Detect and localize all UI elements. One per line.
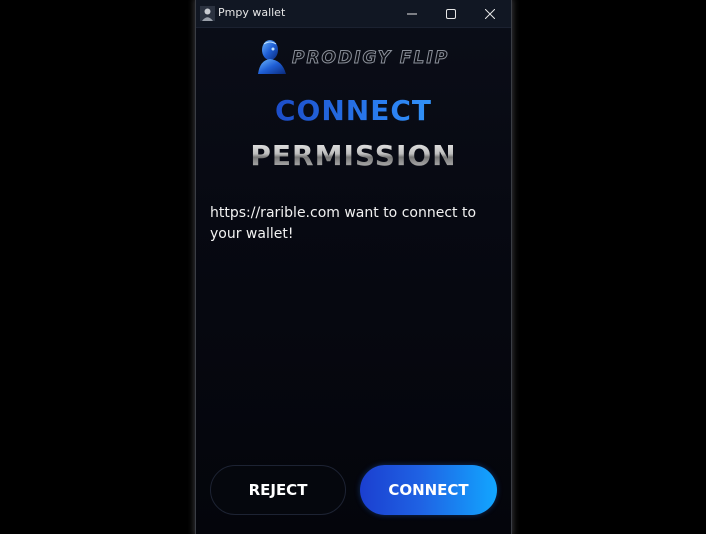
- brand-logo: PRODIGY FLIP: [248, 38, 458, 74]
- connect-request-message: https://rarible.com want to connect to y…: [210, 205, 477, 242]
- user-avatar-icon: [200, 6, 215, 21]
- window-title: Pmpy wallet: [218, 6, 286, 19]
- minimize-icon: [407, 4, 417, 23]
- close-icon: [484, 4, 496, 23]
- connect-button[interactable]: CONNECT: [360, 465, 497, 515]
- heading-connect: CONNECT: [196, 94, 511, 127]
- robot-head-icon: [252, 38, 292, 74]
- minimize-button[interactable]: [393, 0, 431, 27]
- reject-button[interactable]: REJECT: [210, 465, 346, 515]
- brand-name: PRODIGY FLIP: [291, 48, 450, 69]
- heading-permission: PERMISSION: [196, 139, 511, 172]
- close-button[interactable]: [471, 0, 509, 27]
- maximize-icon: [446, 4, 456, 23]
- wallet-window: Pmpy wallet PRODIGY FLIP CONNECT PERMISS…: [196, 0, 511, 534]
- maximize-button[interactable]: [432, 0, 470, 27]
- title-bar[interactable]: Pmpy wallet: [196, 0, 511, 28]
